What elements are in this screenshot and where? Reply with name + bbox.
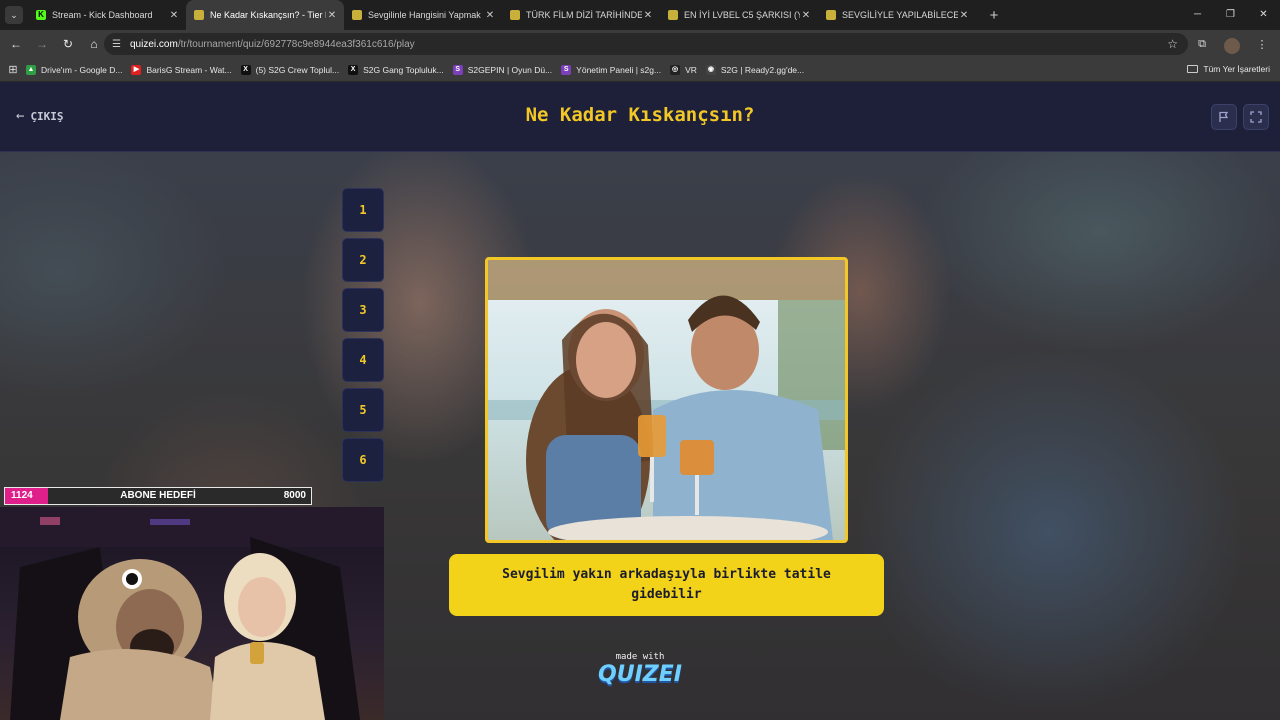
- browser-tab-strip: ⌄ K Stream - Kick Dashboard ✕ Ne Kadar Kısk…: [0, 0, 1280, 30]
- bookmark-favicon-icon: ◎: [670, 64, 681, 75]
- browser-tab[interactable]: Ne Kadar Kıskançsın? - Tier List✕: [186, 0, 344, 30]
- page-title: Ne Kadar Kıskançsın?: [525, 104, 755, 126]
- rank-slot-3[interactable]: 3: [342, 288, 384, 332]
- url-text: quizei.com/tr/tournament/quiz/692778c9e8…: [130, 38, 415, 50]
- bookmark-label: Yönetim Paneli | s2g...: [576, 64, 662, 75]
- extensions-icon[interactable]: ⧉: [1190, 32, 1214, 56]
- rank-slot-list: 1 2 3 4 5 6: [342, 188, 384, 488]
- rank-slot-1[interactable]: 1: [342, 188, 384, 232]
- home-icon[interactable]: ⌂: [82, 32, 106, 56]
- made-with-label: made with: [615, 652, 665, 662]
- bookmark-label: (5) S2G Crew Toplul...: [255, 64, 340, 75]
- browser-tab[interactable]: Sevgilinle Hangisini Yapmak İste✕: [344, 0, 502, 30]
- browser-toolbar: ← → ↻ ⌂ ☰ quizei.com/tr/tournament/quiz/…: [0, 30, 1280, 58]
- statement-card[interactable]: Sevgilim yakın arkadaşıyla birlikte tati…: [449, 554, 884, 616]
- bookmark-favicon-icon: S: [561, 64, 572, 75]
- rank-slot-6[interactable]: 6: [342, 438, 384, 482]
- bookmark-favicon-icon: ▶: [131, 64, 142, 75]
- new-tab-button[interactable]: +: [984, 7, 1004, 24]
- tab-search-button[interactable]: ⌄: [5, 6, 23, 24]
- tab-title: Ne Kadar Kıskançsın? - Tier List: [210, 10, 326, 20]
- browser-tab[interactable]: SEVGİLİYLE YAPILABİLECEK AK✕: [818, 0, 976, 30]
- folder-icon: [1187, 65, 1199, 73]
- tab-close-icon[interactable]: ✕: [800, 10, 812, 21]
- fullscreen-icon: [1250, 111, 1262, 123]
- bookmark-item[interactable]: ◉ S2G | Ready2.gg'de...: [705, 64, 805, 75]
- site-info-icon[interactable]: ☰: [112, 39, 126, 50]
- tab-close-icon[interactable]: ✕: [642, 10, 654, 21]
- restore-icon[interactable]: ❐: [1214, 0, 1247, 28]
- browser-tab[interactable]: EN İYİ LVBEL C5 ŞARKISI (YENİ)✕: [660, 0, 818, 30]
- minimize-icon[interactable]: ─: [1181, 0, 1214, 28]
- toolbar-actions: ⧉ ⋮: [1190, 32, 1274, 56]
- bookmark-item[interactable]: S S2GEPIN | Oyun Dü...: [452, 64, 553, 75]
- forward-icon[interactable]: →: [30, 32, 54, 56]
- tab-title: TÜRK FİLM DİZİ TARİHİNDEKİ E: [526, 10, 642, 20]
- bookmark-item[interactable]: X (5) S2G Crew Toplul...: [240, 64, 340, 75]
- profile-avatar[interactable]: [1220, 32, 1244, 56]
- tab-title: SEVGİLİYLE YAPILABİLECEK AK: [842, 10, 958, 20]
- quiz-header: ← ÇIKIŞ Ne Kadar Kıskançsın?: [0, 82, 1280, 152]
- tab-favicon-icon: K: [36, 10, 46, 20]
- browser-menu-icon[interactable]: ⋮: [1250, 32, 1274, 56]
- bookmark-list: ▲ Drive'ım - Google D... ▶ BarisG Stream - …: [26, 64, 813, 75]
- bookmark-item[interactable]: S Yönetim Paneli | s2g...: [561, 64, 662, 75]
- bookmark-item[interactable]: ▲ Drive'ım - Google D...: [26, 64, 123, 75]
- bookmark-item[interactable]: ◎ VR: [670, 64, 697, 75]
- quizei-logo: QUIZEI: [598, 662, 682, 687]
- browser-tab[interactable]: K Stream - Kick Dashboard ✕: [28, 0, 186, 30]
- address-bar[interactable]: ☰ quizei.com/tr/tournament/quiz/692778c9…: [104, 33, 1188, 55]
- tab-favicon-icon: [352, 10, 362, 20]
- bookmark-item[interactable]: ▶ BarisG Stream - Wat...: [131, 64, 232, 75]
- tab-list: K Stream - Kick Dashboard ✕ Ne Kadar Kıskan…: [28, 0, 976, 30]
- bookmark-label: Drive'ım - Google D...: [41, 64, 123, 75]
- rank-slot-2[interactable]: 2: [342, 238, 384, 282]
- bookmarks-bar: ⊞ ▲ Drive'ım - Google D... ▶ BarisG Stream …: [0, 58, 1280, 82]
- tab-close-icon[interactable]: ✕: [326, 10, 338, 21]
- browser-tab[interactable]: TÜRK FİLM DİZİ TARİHİNDEKİ E✕: [502, 0, 660, 30]
- back-icon[interactable]: ←: [4, 32, 28, 56]
- bookmark-favicon-icon: X: [240, 64, 251, 75]
- tab-favicon-icon: [194, 10, 204, 20]
- rank-slot-4[interactable]: 4: [342, 338, 384, 382]
- bookmark-label: S2G Gang Topluluk...: [363, 64, 444, 75]
- tab-close-icon[interactable]: ✕: [168, 10, 180, 21]
- flag-icon: [1219, 111, 1229, 122]
- couple-photo: [488, 260, 845, 540]
- tab-favicon-icon: [826, 10, 836, 20]
- report-flag-button[interactable]: [1211, 104, 1237, 130]
- tab-title: Sevgilinle Hangisini Yapmak İste: [368, 10, 484, 20]
- bookmark-favicon-icon: ▲: [26, 64, 36, 75]
- subscriber-goal-bar: 1124 ABONE HEDEFİ 8000: [4, 487, 312, 505]
- all-bookmarks-label: Tüm Yer İşaretleri: [1203, 64, 1270, 74]
- made-with-branding[interactable]: made with QUIZEI: [598, 652, 682, 687]
- bookmark-favicon-icon: X: [348, 64, 359, 75]
- webcam-feed: [0, 507, 384, 720]
- goal-target: 8000: [283, 490, 306, 501]
- all-bookmarks-button[interactable]: Tüm Yer İşaretleri: [1187, 64, 1270, 74]
- tab-close-icon[interactable]: ✕: [958, 10, 970, 21]
- tab-favicon-icon: [668, 10, 678, 20]
- tab-title: EN İYİ LVBEL C5 ŞARKISI (YENİ): [684, 10, 800, 20]
- bookmark-favicon-icon: S: [452, 64, 463, 75]
- bookmark-star-icon[interactable]: ☆: [1167, 37, 1178, 51]
- bookmark-label: VR: [685, 64, 697, 75]
- quiz-card-image: [485, 257, 848, 543]
- streamer-webcam: [0, 507, 384, 720]
- bookmark-label: BarisG Stream - Wat...: [146, 64, 232, 75]
- fullscreen-button[interactable]: [1243, 104, 1269, 130]
- tab-favicon-icon: [510, 10, 520, 20]
- bookmark-favicon-icon: ◉: [705, 64, 716, 75]
- bookmark-label: S2GEPIN | Oyun Dü...: [467, 64, 553, 75]
- apps-grid-icon[interactable]: ⊞: [0, 63, 26, 76]
- bookmark-item[interactable]: X S2G Gang Topluluk...: [348, 64, 444, 75]
- rank-slot-5[interactable]: 5: [342, 388, 384, 432]
- goal-title: ABONE HEDEFİ: [120, 490, 196, 501]
- window-controls: ─ ❐ ✕: [1181, 0, 1280, 30]
- tab-close-icon[interactable]: ✕: [484, 10, 496, 21]
- tab-title: Stream - Kick Dashboard: [52, 10, 153, 20]
- close-window-icon[interactable]: ✕: [1247, 0, 1280, 28]
- bookmark-label: S2G | Ready2.gg'de...: [720, 64, 805, 75]
- reload-icon[interactable]: ↻: [56, 32, 80, 56]
